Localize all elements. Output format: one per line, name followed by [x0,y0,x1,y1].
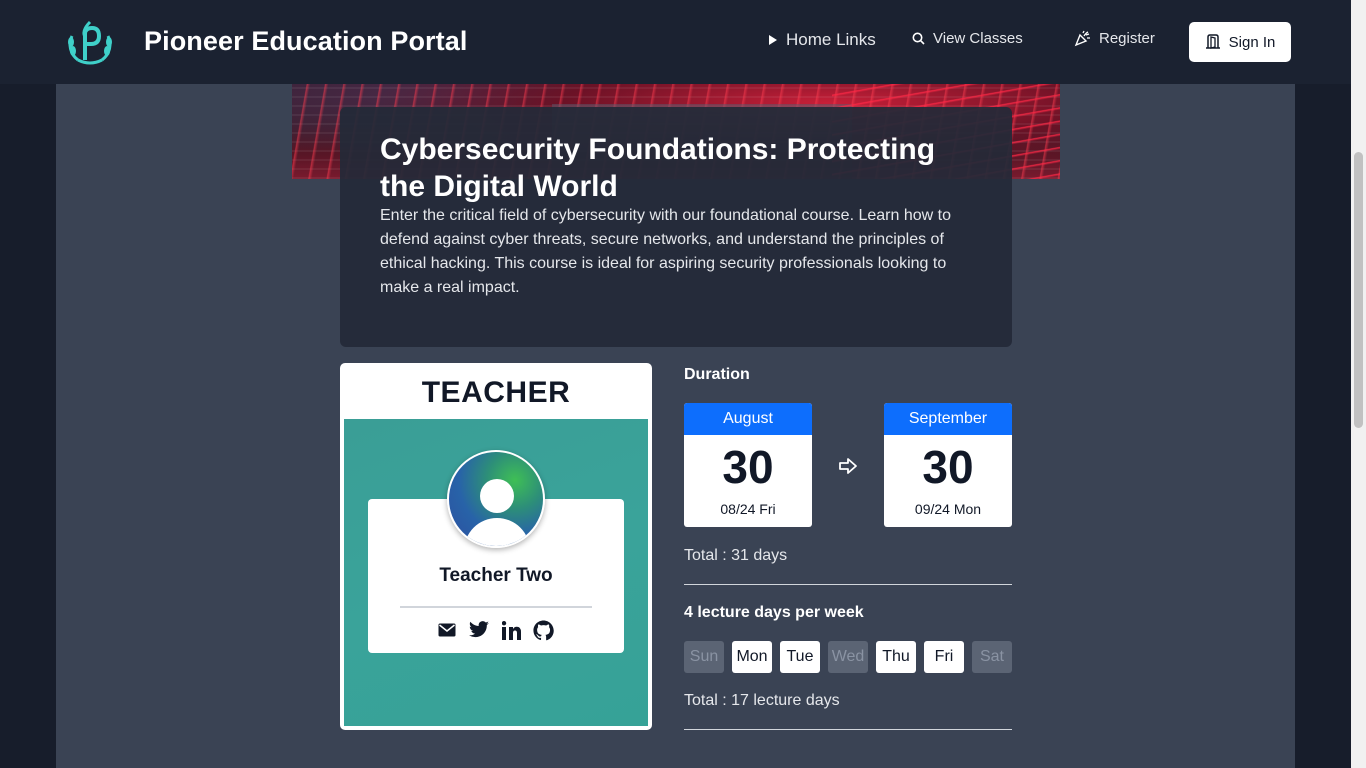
nav-register[interactable]: Register [1074,30,1155,47]
total-lecture-days: Total : 17 lecture days [684,692,840,709]
weekday-tue: Tue [780,641,820,673]
search-icon [912,32,925,45]
avatar [447,450,545,548]
course-description: Enter the critical field of cybersecurit… [380,207,951,296]
start-date-card: August 30 08/24 Fri [684,403,812,527]
weekday-mon: Mon [732,641,772,673]
lecture-divider [684,729,1012,730]
duration-label: Duration [684,366,750,383]
weekday-sun: Sun [684,641,724,673]
door-icon [1205,34,1220,49]
start-date-sub: 08/24 Fri [720,501,776,517]
linkedin-icon[interactable] [500,619,522,641]
duration-divider [684,584,1012,585]
brand-title[interactable]: Pioneer Education Portal [144,26,467,57]
weekday-fri: Fri [924,641,964,673]
nav-home-links[interactable]: Home Links [768,30,876,50]
nav-home-links-label: Home Links [786,30,876,49]
total-days: Total : 31 days [684,547,788,564]
nav-register-label: Register [1099,30,1155,47]
end-month: September [884,403,1012,435]
party-popper-icon [1074,30,1090,47]
page-scrollbar[interactable] [1351,0,1366,768]
arrow-right-icon [838,456,858,481]
end-day: 30 [922,441,974,493]
teacher-divider [400,606,592,608]
github-icon[interactable] [532,619,554,641]
sign-in-button[interactable]: Sign In [1189,22,1291,62]
play-icon [769,35,777,45]
end-date-card: September 30 09/24 Mon [884,403,1012,527]
weekday-wed: Wed [828,641,868,673]
teacher-heading: TEACHER [421,376,571,409]
avatar-head-shape [480,479,514,513]
teacher-name: Teacher Two [439,565,553,586]
laurel-p-logo-icon[interactable] [64,18,116,66]
course-title: Cybersecurity Foundations: Protecting th… [380,133,936,203]
lecture-days-label: 4 lecture days per week [684,604,864,621]
sign-in-label: Sign In [1228,33,1276,51]
weekday-thu: Thu [876,641,916,673]
nav-view-classes-label: View Classes [933,30,1023,47]
avatar-body-shape [464,518,530,546]
twitter-icon[interactable] [468,619,490,641]
start-day: 30 [722,441,774,493]
nav-view-classes[interactable]: View Classes [912,30,1023,47]
end-date-sub: 09/24 Mon [914,501,982,517]
teacher-social-links [436,619,554,641]
top-navbar: Pioneer Education Portal Home Links View… [0,0,1351,84]
scrollbar-thumb[interactable] [1354,152,1363,428]
weekday-sat: Sat [972,641,1012,673]
start-month: August [684,403,812,435]
mail-icon[interactable] [436,619,458,641]
